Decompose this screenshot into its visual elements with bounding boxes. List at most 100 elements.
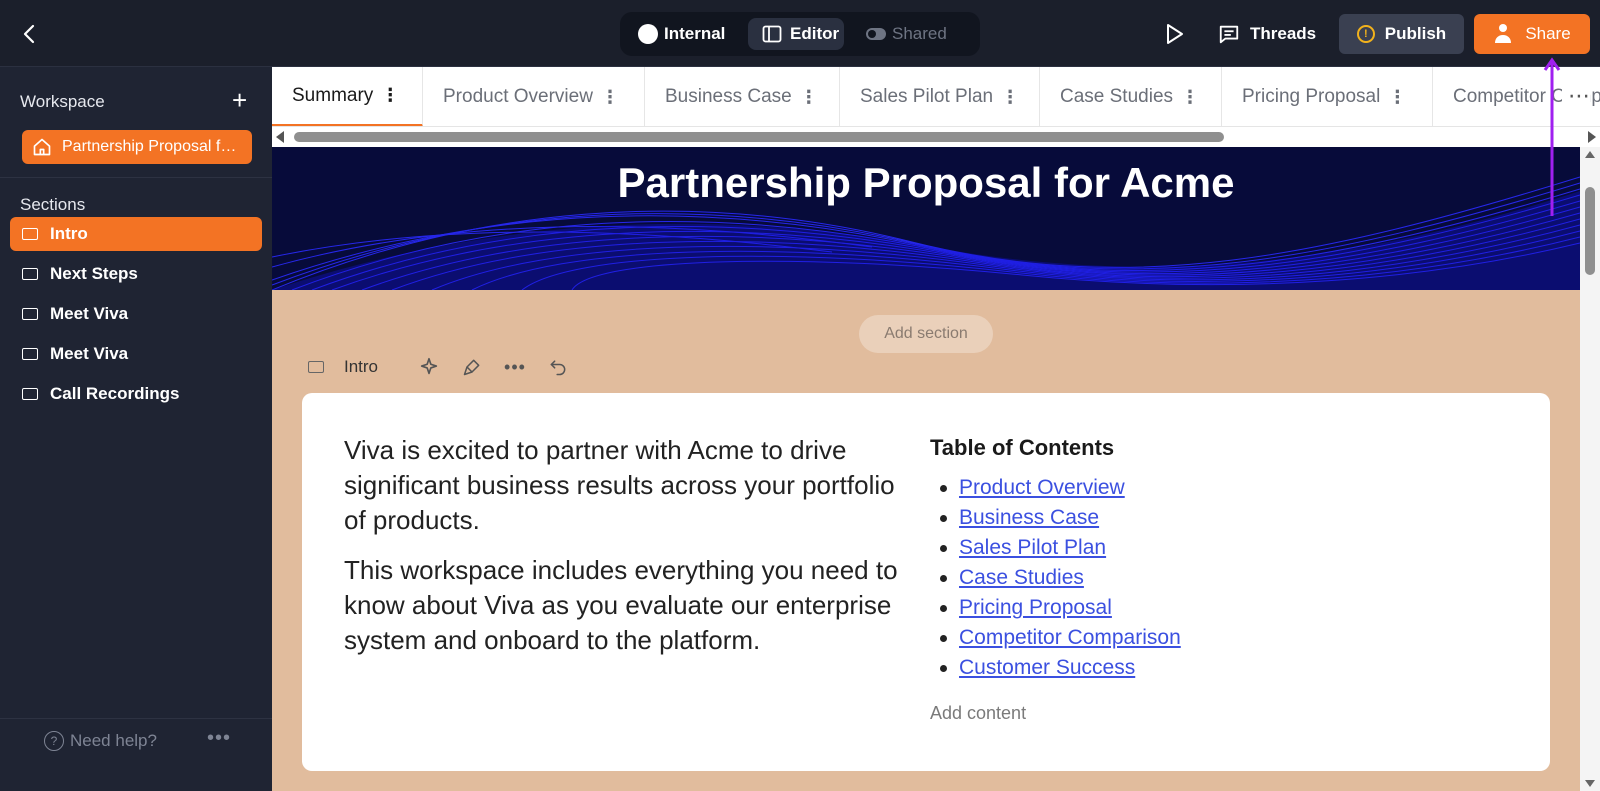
bullet-icon bbox=[940, 634, 947, 642]
bullet-icon bbox=[940, 664, 947, 672]
publish-button[interactable]: ! Publish bbox=[1339, 14, 1464, 54]
mode-switcher: Internal Editor Shared bbox=[620, 12, 980, 56]
bullet-icon bbox=[940, 574, 947, 582]
divider bbox=[0, 177, 272, 178]
scrollbar-thumb[interactable] bbox=[1585, 187, 1595, 275]
list-item: Case Studies bbox=[930, 563, 1181, 593]
threads-button[interactable]: Threads bbox=[1218, 18, 1316, 50]
tab-label: Summary bbox=[292, 84, 374, 106]
toc-link[interactable]: Pricing Proposal bbox=[959, 593, 1112, 623]
sections-heading: Sections bbox=[20, 195, 86, 214]
section-icon bbox=[22, 228, 38, 240]
sidebar-item-meet-viva-2[interactable]: Meet Viva bbox=[10, 337, 262, 371]
add-content-button[interactable]: Add content bbox=[930, 703, 1026, 724]
need-help-link[interactable]: ? Need help? bbox=[44, 731, 157, 751]
bullet-icon bbox=[940, 514, 947, 522]
tab-product-overview[interactable]: Product Overview ⋮ bbox=[423, 67, 645, 126]
more-options-icon[interactable]: ••• bbox=[504, 357, 526, 378]
scroll-left-icon[interactable] bbox=[276, 131, 284, 143]
kebab-icon[interactable]: ⋮ bbox=[1388, 87, 1406, 108]
kebab-icon[interactable]: ⋮ bbox=[800, 87, 818, 108]
toc-link[interactable]: Customer Success bbox=[959, 653, 1135, 683]
workspace-item-label: Partnership Proposal for Acme bbox=[62, 138, 242, 155]
toc-link[interactable]: Product Overview bbox=[959, 473, 1125, 503]
toc-link[interactable]: Sales Pilot Plan bbox=[959, 533, 1106, 563]
tab-bar: Summary ⋮ Product Overview ⋮ Business Case… bbox=[272, 67, 1600, 127]
top-bar: Internal Editor Shared Threads ! Publish… bbox=[0, 0, 1600, 67]
mode-shared-button[interactable]: Shared bbox=[852, 18, 972, 50]
toc-link[interactable]: Business Case bbox=[959, 503, 1099, 533]
threads-label: Threads bbox=[1250, 24, 1317, 43]
scroll-right-icon[interactable] bbox=[1588, 131, 1596, 143]
sidebar-item-label: Intro bbox=[50, 224, 88, 243]
list-item: Pricing Proposal bbox=[930, 593, 1181, 623]
back-arrow-icon[interactable] bbox=[18, 22, 42, 46]
toc-list: Product Overview Business Case Sales Pil… bbox=[930, 473, 1181, 683]
need-help-label: Need help? bbox=[70, 731, 157, 750]
undo-icon[interactable] bbox=[548, 357, 568, 377]
ai-sparkle-icon[interactable] bbox=[418, 356, 440, 378]
sidebar: Workspace + Partnership Proposal for Acm… bbox=[0, 67, 272, 791]
sidebar-item-label: Meet Viva bbox=[50, 344, 129, 363]
share-label: Share bbox=[1525, 24, 1571, 43]
list-item: Sales Pilot Plan bbox=[930, 533, 1181, 563]
editor-panel-icon bbox=[762, 25, 782, 43]
mode-shared-label: Shared bbox=[892, 24, 947, 43]
toc-link[interactable]: Competitor Comparison bbox=[959, 623, 1181, 653]
section-icon bbox=[22, 308, 38, 320]
section-icon bbox=[22, 268, 38, 280]
section-toolbar: Intro ••• bbox=[308, 352, 568, 382]
more-options-icon[interactable]: ••• bbox=[207, 727, 231, 750]
sidebar-item-label: Call Recordings bbox=[50, 384, 180, 403]
list-item: Product Overview bbox=[930, 473, 1181, 503]
play-icon[interactable] bbox=[1162, 22, 1186, 46]
paragraph: This workspace includes everything you n… bbox=[344, 555, 898, 655]
circle-icon bbox=[638, 24, 658, 44]
table-of-contents: Table of Contents Product Overview Busin… bbox=[930, 435, 1181, 683]
sidebar-item-intro[interactable]: Intro bbox=[10, 217, 262, 251]
vertical-scrollbar[interactable] bbox=[1580, 147, 1600, 791]
intro-card: Viva is excited to partner with Acme to … bbox=[302, 393, 1550, 771]
workspace-heading: Workspace bbox=[20, 92, 105, 111]
scroll-up-icon[interactable] bbox=[1585, 151, 1595, 158]
question-icon: ? bbox=[44, 731, 64, 751]
add-section-button[interactable]: Add section bbox=[859, 315, 993, 353]
warning-icon: ! bbox=[1356, 25, 1375, 43]
section-icon bbox=[308, 361, 324, 373]
workspace-item[interactable]: Partnership Proposal for Acme bbox=[22, 130, 252, 164]
add-workspace-icon[interactable]: + bbox=[232, 87, 247, 113]
tab-business-case[interactable]: Business Case ⋮ bbox=[645, 67, 840, 126]
list-item: Competitor Comparison bbox=[930, 623, 1181, 653]
kebab-icon[interactable]: ⋮ bbox=[1001, 87, 1019, 108]
bullet-icon bbox=[940, 544, 947, 552]
sidebar-item-next-steps[interactable]: Next Steps bbox=[10, 257, 262, 291]
scrollbar-thumb[interactable] bbox=[294, 132, 1224, 142]
toc-title: Table of Contents bbox=[930, 435, 1115, 460]
sidebar-item-meet-viva[interactable]: Meet Viva bbox=[10, 297, 262, 331]
tab-case-studies[interactable]: Case Studies ⋮ bbox=[1040, 67, 1222, 126]
mode-editor-button[interactable]: Editor bbox=[748, 18, 844, 50]
tab-summary[interactable]: Summary ⋮ bbox=[272, 67, 423, 126]
horizontal-scrollbar[interactable] bbox=[272, 127, 1600, 147]
tab-sales-pilot-plan[interactable]: Sales Pilot Plan ⋮ bbox=[840, 67, 1040, 126]
kebab-icon[interactable]: ⋮ bbox=[381, 85, 399, 106]
share-button[interactable]: Share bbox=[1474, 14, 1590, 54]
scroll-down-icon[interactable] bbox=[1585, 780, 1595, 787]
tab-pricing-proposal[interactable]: Pricing Proposal ⋮ bbox=[1222, 67, 1433, 126]
list-item: Business Case bbox=[930, 503, 1181, 533]
sidebar-item-call-recordings[interactable]: Call Recordings bbox=[10, 377, 262, 411]
mode-internal-button[interactable]: Internal bbox=[628, 18, 734, 50]
more-tabs-icon[interactable]: ⋯ bbox=[1562, 83, 1590, 109]
toc-link[interactable]: Case Studies bbox=[959, 563, 1084, 593]
home-icon bbox=[33, 138, 51, 156]
kebab-icon[interactable]: ⋮ bbox=[1181, 87, 1199, 108]
intro-text[interactable]: Viva is excited to partner with Acme to … bbox=[344, 433, 904, 673]
brush-icon[interactable] bbox=[462, 357, 482, 377]
divider bbox=[0, 718, 272, 719]
toggle-icon bbox=[866, 28, 886, 40]
tab-label: Product Overview bbox=[443, 86, 593, 107]
banner: Partnership Proposal for Acme bbox=[272, 147, 1580, 290]
sidebar-item-label: Next Steps bbox=[50, 264, 138, 283]
kebab-icon[interactable]: ⋮ bbox=[601, 87, 619, 108]
banner-title: Partnership Proposal for Acme bbox=[617, 159, 1235, 206]
